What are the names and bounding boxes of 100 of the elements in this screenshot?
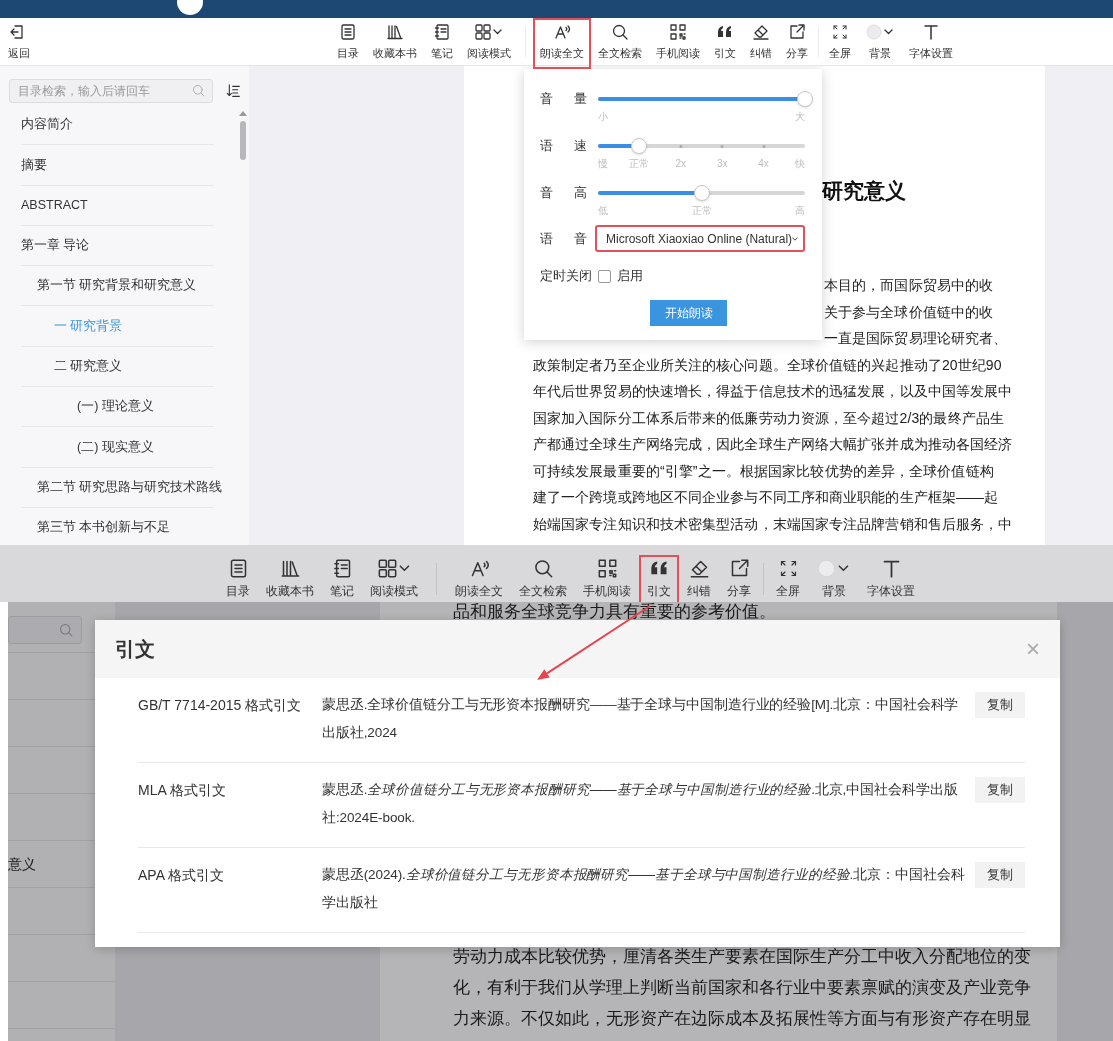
toolbar-button[interactable]: 收藏本书 (258, 555, 322, 606)
slider-thumb[interactable] (631, 138, 648, 154)
tick-mark (720, 144, 724, 148)
toc-item[interactable]: 意义 (8, 853, 36, 875)
list-icon (339, 23, 357, 41)
toolbar-button[interactable]: 朗读全文 (533, 18, 591, 69)
toc-item[interactable]: 第一节 研究背景和研究意义 (37, 276, 197, 296)
toolbar-button[interactable]: 阅读模式 (362, 555, 426, 606)
toolbar-button[interactable]: 纠错 (743, 18, 779, 69)
scrollbar-thumb[interactable] (240, 121, 246, 160)
paragraph-line: 可持续发展最重要的“引擎”之一。根据国家比较优势的差异，全球价值链构 (533, 461, 995, 481)
grid-icon (474, 23, 504, 41)
voice-select[interactable]: Microsoft Xiaoxiao Online (Natural) (595, 225, 805, 252)
paragraph-line: 力来源。不仅如此，无形资产在边际成本及拓展性等方面与有形资产存在明显 (453, 1009, 1032, 1027)
toolbar-button[interactable]: 背景 (858, 18, 902, 69)
scroll-up-icon (239, 111, 247, 116)
toolbar-button[interactable]: 字体设置 (859, 555, 923, 606)
slider-label: 语 速 (540, 137, 587, 156)
toolbar-button[interactable]: 目录 (330, 18, 366, 69)
voice-label: 语 音 (540, 229, 587, 248)
toc-item[interactable]: 二 研究意义 (54, 357, 123, 376)
citation-format-label: APA 格式引文 (138, 866, 226, 885)
color-circle-icon (816, 558, 851, 579)
toc-item[interactable]: 第一章 导论 (21, 236, 90, 255)
fullscreen-icon (831, 23, 849, 41)
section-heading: 研究意义 (822, 178, 907, 204)
speech-icon (553, 23, 571, 41)
paragraph-line: 政策制定者乃至企业所关注的核心问题。全球价值链的兴起推动了20世纪90 (533, 355, 1003, 375)
search-icon (611, 23, 629, 41)
notebook-icon (331, 558, 353, 579)
dialog-title: 引文 (115, 637, 155, 662)
copy-button[interactable]: 复制 (975, 777, 1025, 803)
toolbar-button[interactable]: 分享 (779, 18, 815, 69)
checkbox[interactable] (598, 269, 611, 283)
toolbar-button[interactable]: 笔记 (424, 18, 460, 69)
toolbar-button[interactable]: 全文检索 (591, 18, 649, 69)
toolbar-button[interactable]: 笔记 (322, 555, 362, 606)
search-icon (192, 84, 205, 97)
font-icon (922, 23, 940, 41)
toolbar-button[interactable]: 背景 (808, 555, 859, 606)
copy-button[interactable]: 复制 (975, 692, 1025, 718)
slider-mark-label: 慢 (598, 157, 608, 171)
search-field[interactable] (8, 616, 82, 644)
toc-item[interactable]: (二) 现实意义 (77, 437, 154, 457)
paragraph-line: 化，有利于我们从学理上判断当前国家和各行业中要素禀赋的演变及产业竞争 (453, 978, 1032, 996)
slider-mark-label: 快 (795, 157, 805, 171)
slider-mark-label: 2x (675, 157, 687, 171)
slider-mark-label: 小 (598, 110, 608, 124)
toolbar-button[interactable]: 阅读模式 (460, 18, 518, 69)
toc-item[interactable]: 第三节 本书创新与不足 (37, 518, 171, 537)
toolbar-button[interactable]: 全屏 (768, 555, 808, 606)
paragraph-line: 国家加入国际分工体系后带来的低廉劳动力资源，至今超过2/3的最终产品生 (533, 408, 1005, 428)
copy-button[interactable]: 复制 (975, 862, 1025, 888)
citation-text: 蒙思丞.全球价值链分工与无形资本报酬研究——基于全球与中国制造行业的经验[M].北京：中国社会科学出版社,2024 (322, 696, 960, 742)
slider-thumb[interactable] (797, 91, 813, 107)
slider-thumb[interactable] (693, 185, 710, 201)
toc-item[interactable]: ABSTRACT (21, 195, 88, 215)
slider-label: 音 高 (540, 184, 587, 203)
grid-icon (376, 558, 412, 579)
eraser-icon (688, 558, 710, 579)
paragraph-line: 建了一个跨境或跨地区不同企业参与不同工序和商业职能的生产框架——起 (533, 488, 1000, 507)
toc-item[interactable]: 第二节 研究思路与研究技术路线 (37, 477, 223, 497)
slider-mark-label: 大 (795, 110, 805, 124)
slider-mark-label: 低 (598, 204, 608, 218)
back-icon (8, 23, 26, 41)
toolbar-button[interactable]: 目录 (218, 555, 258, 606)
paragraph-line: 年代后世界贸易的快速增长，得益于信息技术的迅猛发展，以及中国等发展中 (533, 382, 1014, 401)
toc-item[interactable]: 内容简介 (21, 115, 73, 134)
chevron-down-icon (792, 235, 798, 242)
qr-code-icon (669, 23, 687, 41)
toc-item[interactable]: (一) 理论意义 (77, 397, 154, 417)
toolbar-button[interactable]: 收藏本书 (366, 18, 424, 69)
toolbar-button[interactable]: 字体设置 (902, 18, 960, 69)
paragraph-line: 始端国家专注知识和技术密集型活动，末端国家专注品牌营销和售后服务，中 (533, 514, 1014, 534)
toolbar-button[interactable]: 全屏 (822, 18, 858, 69)
sort-button[interactable] (226, 82, 241, 98)
citation-format-label: MLA 格式引文 (138, 781, 227, 800)
paragraph-line: 一直是国际贸易理论研究者、 (824, 329, 1009, 348)
sort-icon (226, 82, 241, 98)
slider-mark-label: 4x (758, 157, 769, 171)
checkbox-label: 启用 (617, 267, 643, 286)
books-icon (386, 23, 404, 41)
qr-code-icon (596, 558, 618, 579)
tick-mark (679, 144, 683, 148)
paragraph-line: 劳动力成本比较优势，厘清各类生产要素在国际生产分工中收入分配地位的变 (453, 947, 1032, 965)
back-button[interactable]: 返回 (8, 18, 38, 66)
toolbar-button[interactable]: 手机阅读 (649, 18, 707, 69)
toolbar-button[interactable]: 引文 (707, 18, 743, 69)
toc-item[interactable]: 摘要 (21, 155, 47, 175)
search-icon (532, 558, 554, 579)
tick-mark (762, 144, 766, 148)
search-icon (59, 623, 73, 637)
slider-mark-label: 3x (716, 157, 728, 171)
paragraph-line: 关于参与全球价值链中的收 (824, 302, 995, 322)
color-circle-icon (865, 23, 895, 41)
books-icon (279, 558, 301, 579)
notebook-icon (433, 23, 451, 41)
round-handle (177, 0, 203, 16)
eraser-icon (752, 23, 770, 41)
paragraph-line: 本目的，而国际贸易中的收 (824, 276, 995, 295)
